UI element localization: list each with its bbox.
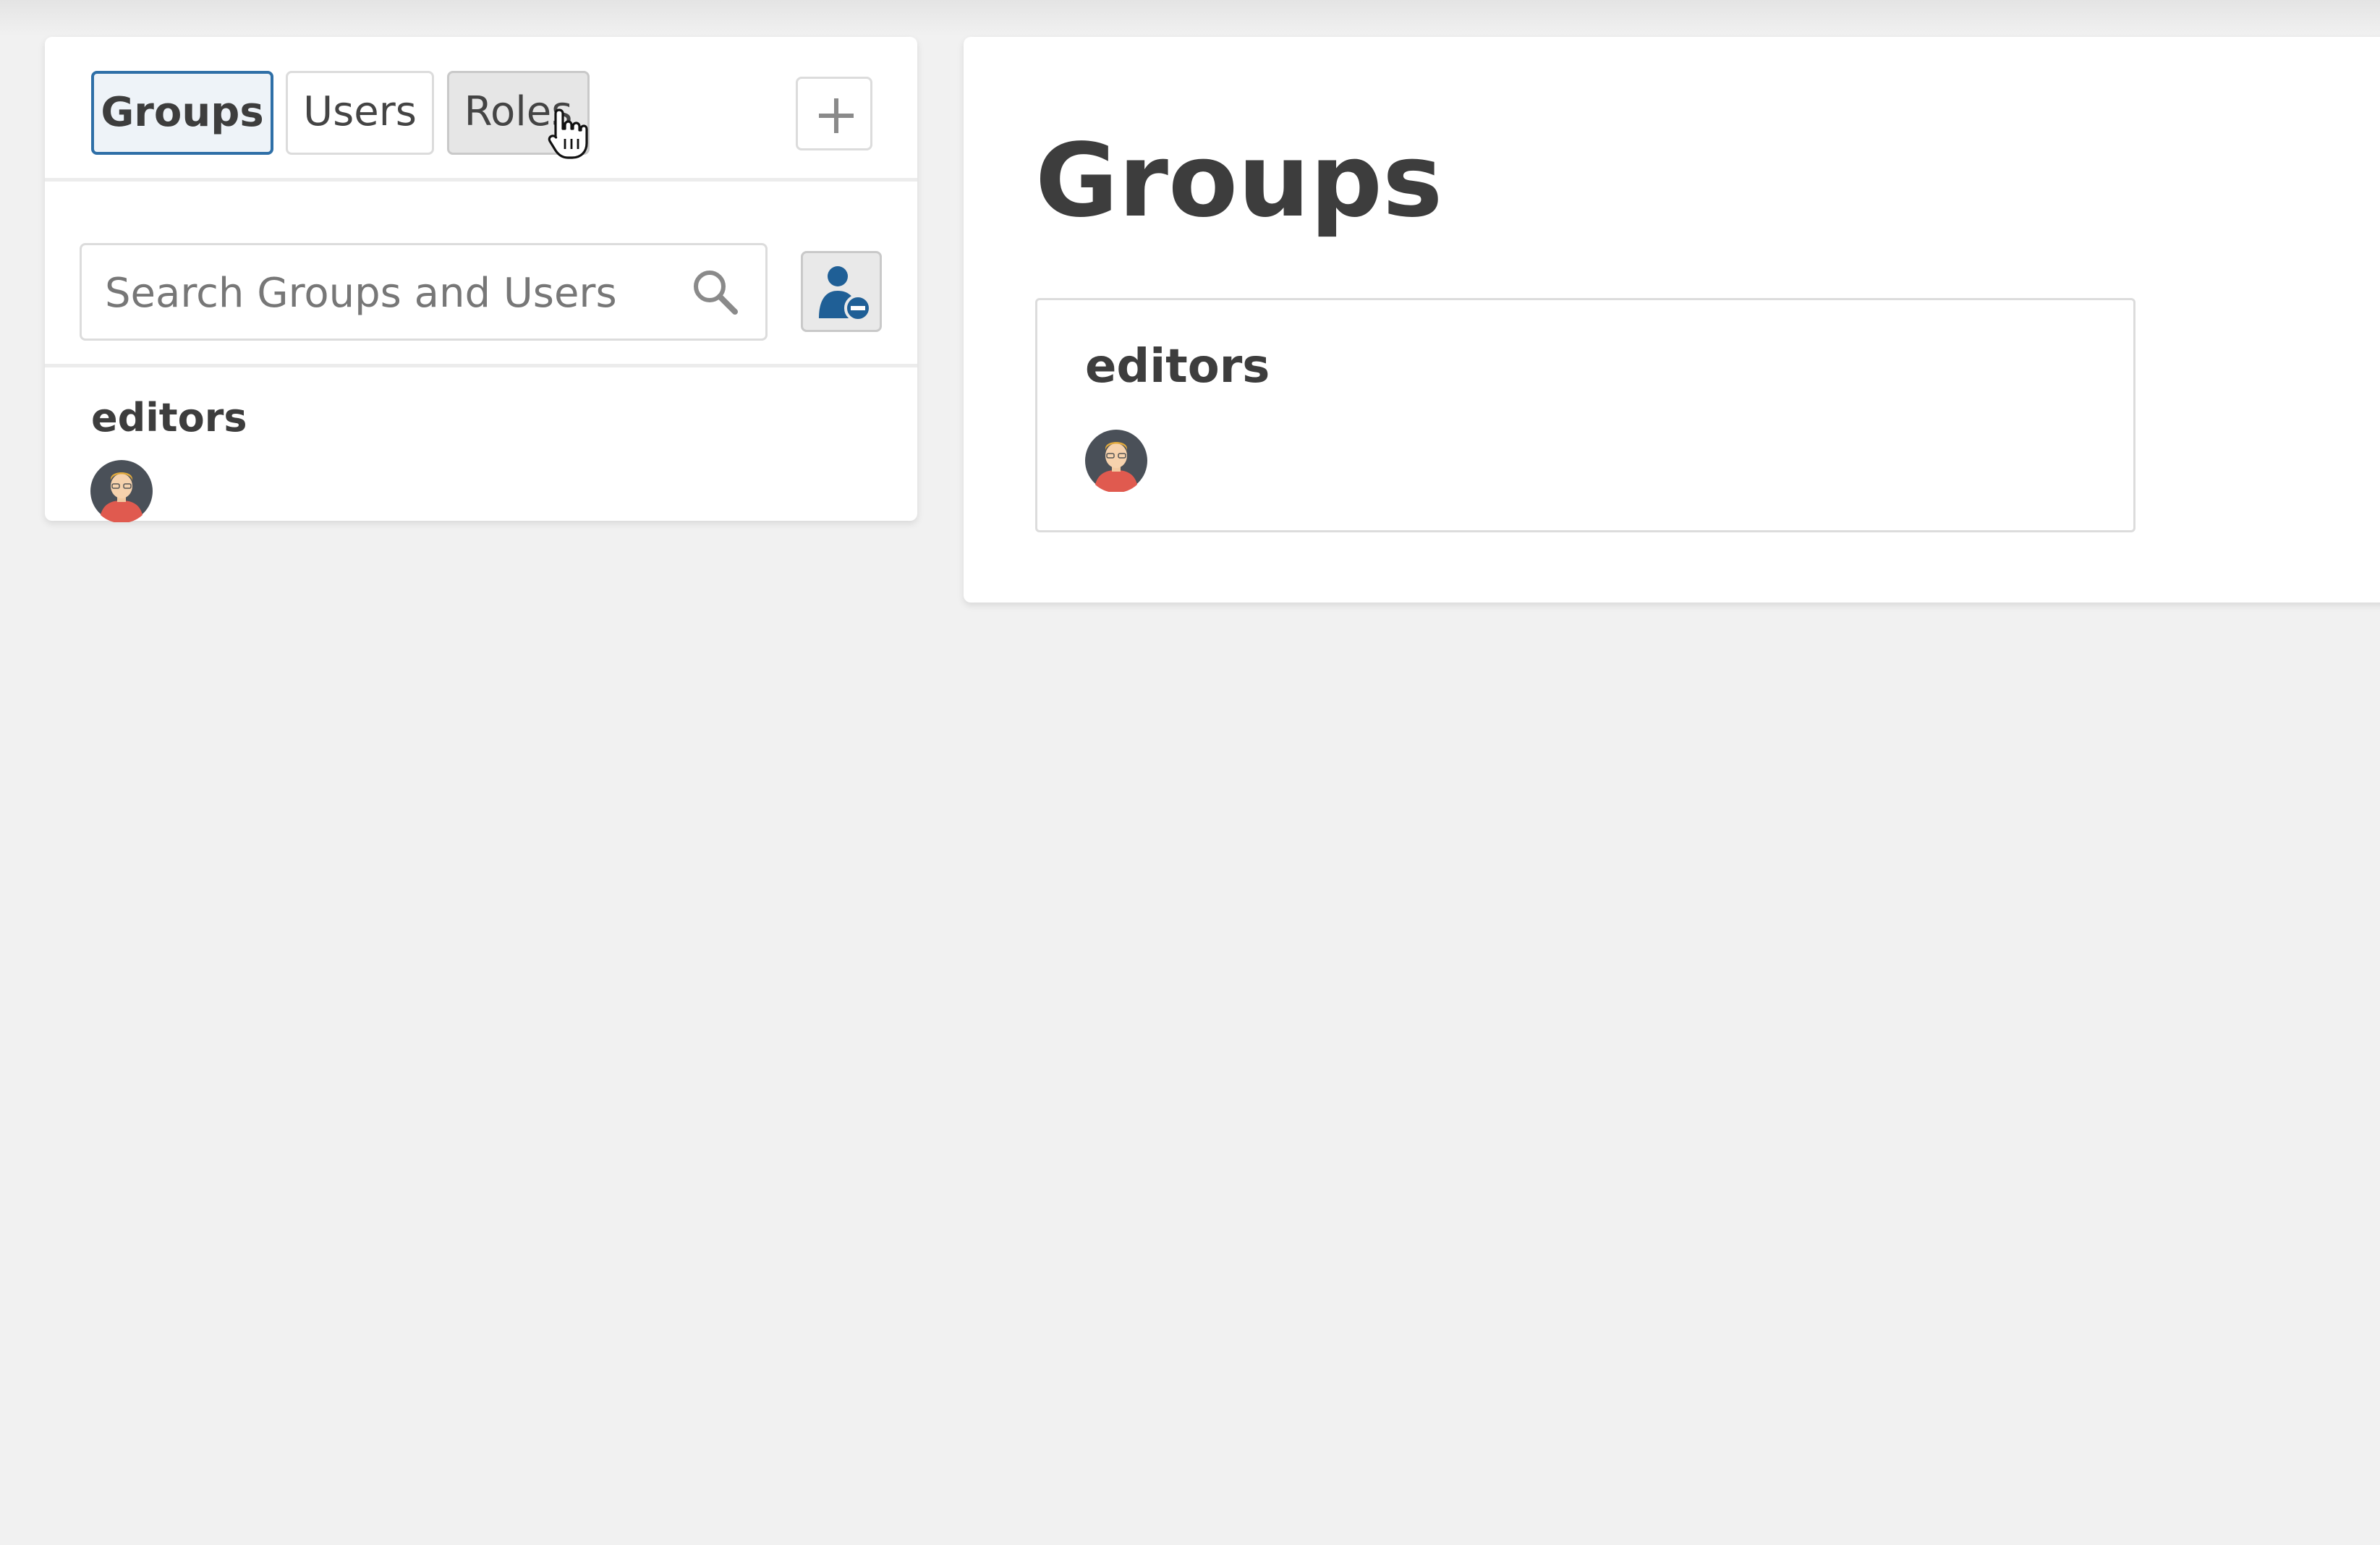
list-item[interactable]: editors [45,367,917,522]
top-bar-shadow [0,0,2380,36]
tab-groups[interactable]: Groups [91,71,273,155]
main-panel: Groups editors [964,37,2380,603]
plus-icon [819,98,854,133]
search-icon[interactable] [690,267,741,318]
add-button[interactable] [796,77,872,150]
page-title: Groups [1035,122,1443,240]
group-card[interactable]: editors [1035,298,2135,532]
user-minus-icon [819,266,872,322]
group-name: editors [91,395,247,440]
search-input[interactable] [103,260,671,326]
remove-user-button[interactable] [801,251,882,332]
tab-users[interactable]: Users [286,71,434,155]
tab-roles[interactable]: Roles [447,71,590,155]
avatar [1085,430,1147,492]
sidebar-panel: Groups Users Roles edit [45,37,917,522]
search-box [80,243,768,341]
group-name: editors [1085,340,1270,393]
tab-bar: Groups Users Roles [45,37,917,182]
search-bar [45,182,917,367]
avatar [90,460,153,522]
